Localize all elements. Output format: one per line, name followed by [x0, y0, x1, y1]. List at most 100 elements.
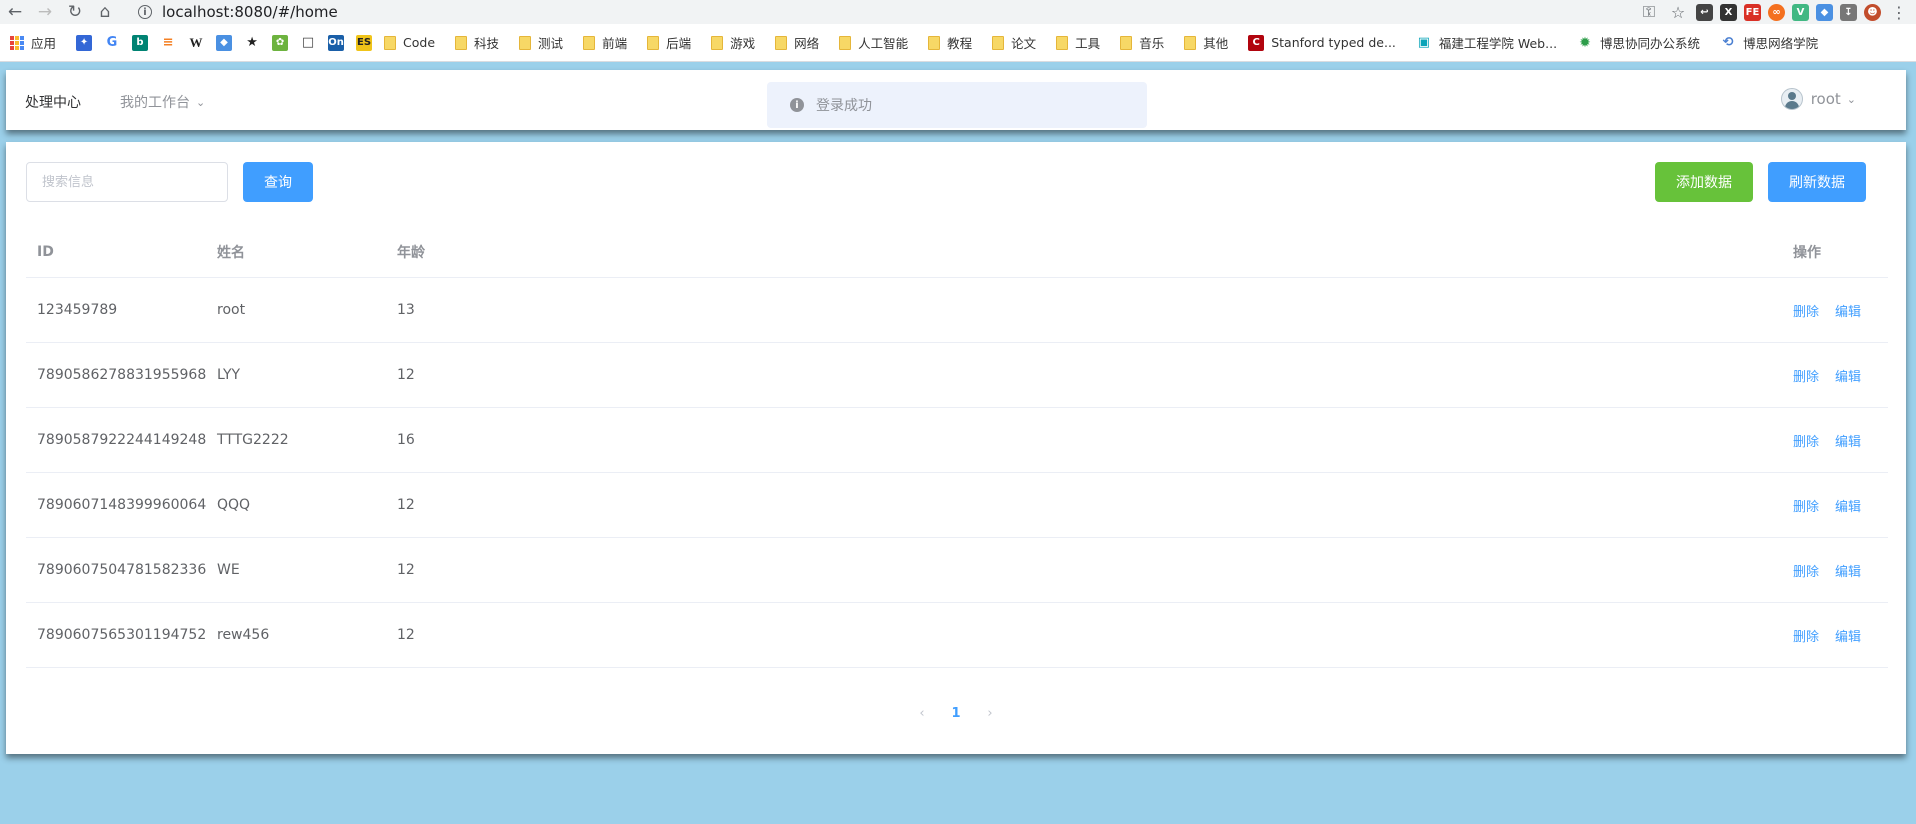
- delete-link[interactable]: 删除: [1793, 366, 1819, 385]
- bookmark-item[interactable]: ◆: [216, 34, 233, 51]
- add-data-button[interactable]: 添加数据: [1655, 162, 1753, 202]
- bookmark-item[interactable]: ES: [356, 34, 373, 51]
- bookmark-item[interactable]: ★: [244, 34, 261, 51]
- bookmark-item[interactable]: ▣ 福建工程学院 Web...: [1415, 33, 1557, 52]
- folder-icon: [928, 35, 941, 50]
- cell-id: 7890607565301194752: [37, 627, 207, 643]
- edit-link[interactable]: 编辑: [1835, 301, 1861, 320]
- gear-icon: ✹: [1577, 34, 1594, 51]
- cell-age: 13: [397, 302, 415, 318]
- delete-link[interactable]: 删除: [1793, 561, 1819, 580]
- table-body: 123459789 root 13 删除 编辑 7890586278831955968 LY…: [26, 278, 1888, 668]
- delete-link[interactable]: 删除: [1793, 431, 1819, 450]
- bookmark-item[interactable]: 音乐: [1120, 33, 1164, 52]
- page-number[interactable]: 1: [937, 706, 975, 721]
- bookmark-label: 工具: [1075, 36, 1101, 51]
- table-row: 7890607565301194752 rew456 12 删除 编辑: [26, 603, 1888, 668]
- bookmark-item[interactable]: 工具: [1056, 33, 1100, 52]
- bookmark-item[interactable]: ✦: [76, 34, 93, 51]
- profile-icon[interactable]: ☻: [1864, 3, 1881, 21]
- swirl-icon: ⟲: [1720, 34, 1737, 51]
- bookmark-item[interactable]: b: [132, 34, 149, 51]
- edit-link[interactable]: 编辑: [1835, 626, 1861, 645]
- delete-link[interactable]: 删除: [1793, 626, 1819, 645]
- extension-x-icon[interactable]: X: [1720, 3, 1737, 21]
- key-icon[interactable]: ⚿: [1638, 2, 1660, 22]
- reload-icon[interactable]: ↻: [60, 0, 90, 24]
- bookmark-item[interactable]: □: [300, 34, 317, 51]
- download-icon[interactable]: ↧: [1840, 3, 1857, 21]
- folder-icon: [992, 35, 1005, 50]
- bookmark-item[interactable]: 其他: [1184, 33, 1228, 52]
- cell-age: 12: [397, 627, 415, 643]
- cell-operations: 删除 编辑: [1782, 431, 1888, 450]
- refresh-data-button[interactable]: 刷新数据: [1768, 162, 1866, 202]
- forward-arrow-icon[interactable]: →: [30, 0, 60, 24]
- edit-link[interactable]: 编辑: [1835, 366, 1861, 385]
- cell-age: 12: [397, 497, 415, 513]
- cell-id: 7890607504781582336: [37, 562, 207, 578]
- url-text[interactable]: localhost:8080/#/home: [162, 3, 338, 21]
- address-bar[interactable]: i localhost:8080/#/home: [138, 0, 1598, 24]
- back-arrow-icon[interactable]: ←: [0, 0, 30, 24]
- workbench-menu-label: 我的工作台: [120, 95, 190, 111]
- extension-fe-icon[interactable]: FE: [1744, 3, 1761, 21]
- chevron-down-icon: ⌄: [196, 95, 206, 109]
- extension-cap-icon[interactable]: ◆: [1816, 3, 1833, 21]
- bookmark-item[interactable]: ≡: [160, 34, 177, 51]
- brand-title[interactable]: 处理中心: [25, 92, 81, 112]
- bookmark-item[interactable]: 科技: [455, 33, 499, 52]
- query-button[interactable]: 查询: [243, 162, 313, 202]
- bookmark-item[interactable]: On: [328, 34, 345, 51]
- bookmark-item[interactable]: Code: [384, 35, 435, 50]
- bookmark-item[interactable]: 后端: [647, 33, 691, 52]
- bookmark-item[interactable]: ✿: [272, 34, 289, 51]
- login-success-message: i 登录成功: [767, 82, 1147, 128]
- site-info-icon[interactable]: i: [138, 5, 152, 19]
- bookmark-item[interactable]: 游戏: [711, 33, 755, 52]
- search-input[interactable]: [26, 162, 228, 202]
- data-table: ID 姓名 年龄 操作 123459789 root 13 删除 编辑 789058627…: [26, 227, 1888, 668]
- cell-name: LYY: [217, 367, 241, 383]
- runner-icon: ★: [244, 34, 261, 51]
- folder-icon: [775, 35, 788, 50]
- browser-extensions: ⚿ ☆ ↩ X FE ∞ V ◆ ↧ ☻ ⋮: [1638, 0, 1910, 24]
- bookmark-label: 游戏: [730, 36, 756, 51]
- workbench-menu[interactable]: 我的工作台 ⌄: [120, 92, 205, 112]
- vue-devtools-icon[interactable]: V: [1792, 3, 1809, 21]
- bookmark-item[interactable]: ⟲ 博思网络学院: [1720, 33, 1818, 52]
- cell-id: 123459789: [37, 302, 118, 318]
- edit-link[interactable]: 编辑: [1835, 561, 1861, 580]
- bookmark-item[interactable]: 论文: [992, 33, 1036, 52]
- table-header: ID 姓名 年龄 操作: [26, 227, 1888, 278]
- bookmark-item[interactable]: 网络: [775, 33, 819, 52]
- bookmark-item[interactable]: 测试: [519, 33, 563, 52]
- folder-icon: [1184, 35, 1197, 50]
- column-header-id: ID: [37, 244, 54, 260]
- edit-link[interactable]: 编辑: [1835, 431, 1861, 450]
- bookmark-label: 人工智能: [858, 36, 909, 51]
- prev-page-icon[interactable]: ‹: [907, 706, 937, 721]
- bookmark-item[interactable]: G: [104, 34, 121, 51]
- bookmark-item[interactable]: 应用: [10, 33, 56, 52]
- star-icon[interactable]: ☆: [1667, 3, 1689, 22]
- bookmark-item[interactable]: 人工智能: [839, 33, 908, 52]
- bookmark-item[interactable]: 教程: [928, 33, 972, 52]
- extension-infinity-icon[interactable]: ∞: [1768, 3, 1785, 21]
- delete-link[interactable]: 删除: [1793, 496, 1819, 515]
- bookmark-item[interactable]: C Stanford typed de...: [1248, 34, 1396, 51]
- home-icon[interactable]: ⌂: [90, 0, 120, 24]
- bookmark-item[interactable]: 前端: [583, 33, 627, 52]
- bookmark-item[interactable]: W: [188, 34, 205, 51]
- cell-age: 16: [397, 432, 415, 448]
- info-icon: i: [790, 98, 804, 112]
- bookmark-item[interactable]: ✹ 博思协同办公系统: [1577, 33, 1700, 52]
- user-dropdown[interactable]: root ⌄: [1780, 88, 1856, 110]
- column-header-name: 姓名: [217, 245, 245, 261]
- edit-link[interactable]: 编辑: [1835, 496, 1861, 515]
- next-page-icon[interactable]: ›: [975, 706, 1005, 721]
- delete-link[interactable]: 删除: [1793, 301, 1819, 320]
- more-menu-icon[interactable]: ⋮: [1888, 3, 1910, 22]
- extension-hook-icon[interactable]: ↩: [1696, 3, 1713, 21]
- bookmark-label: Stanford typed de...: [1271, 35, 1396, 50]
